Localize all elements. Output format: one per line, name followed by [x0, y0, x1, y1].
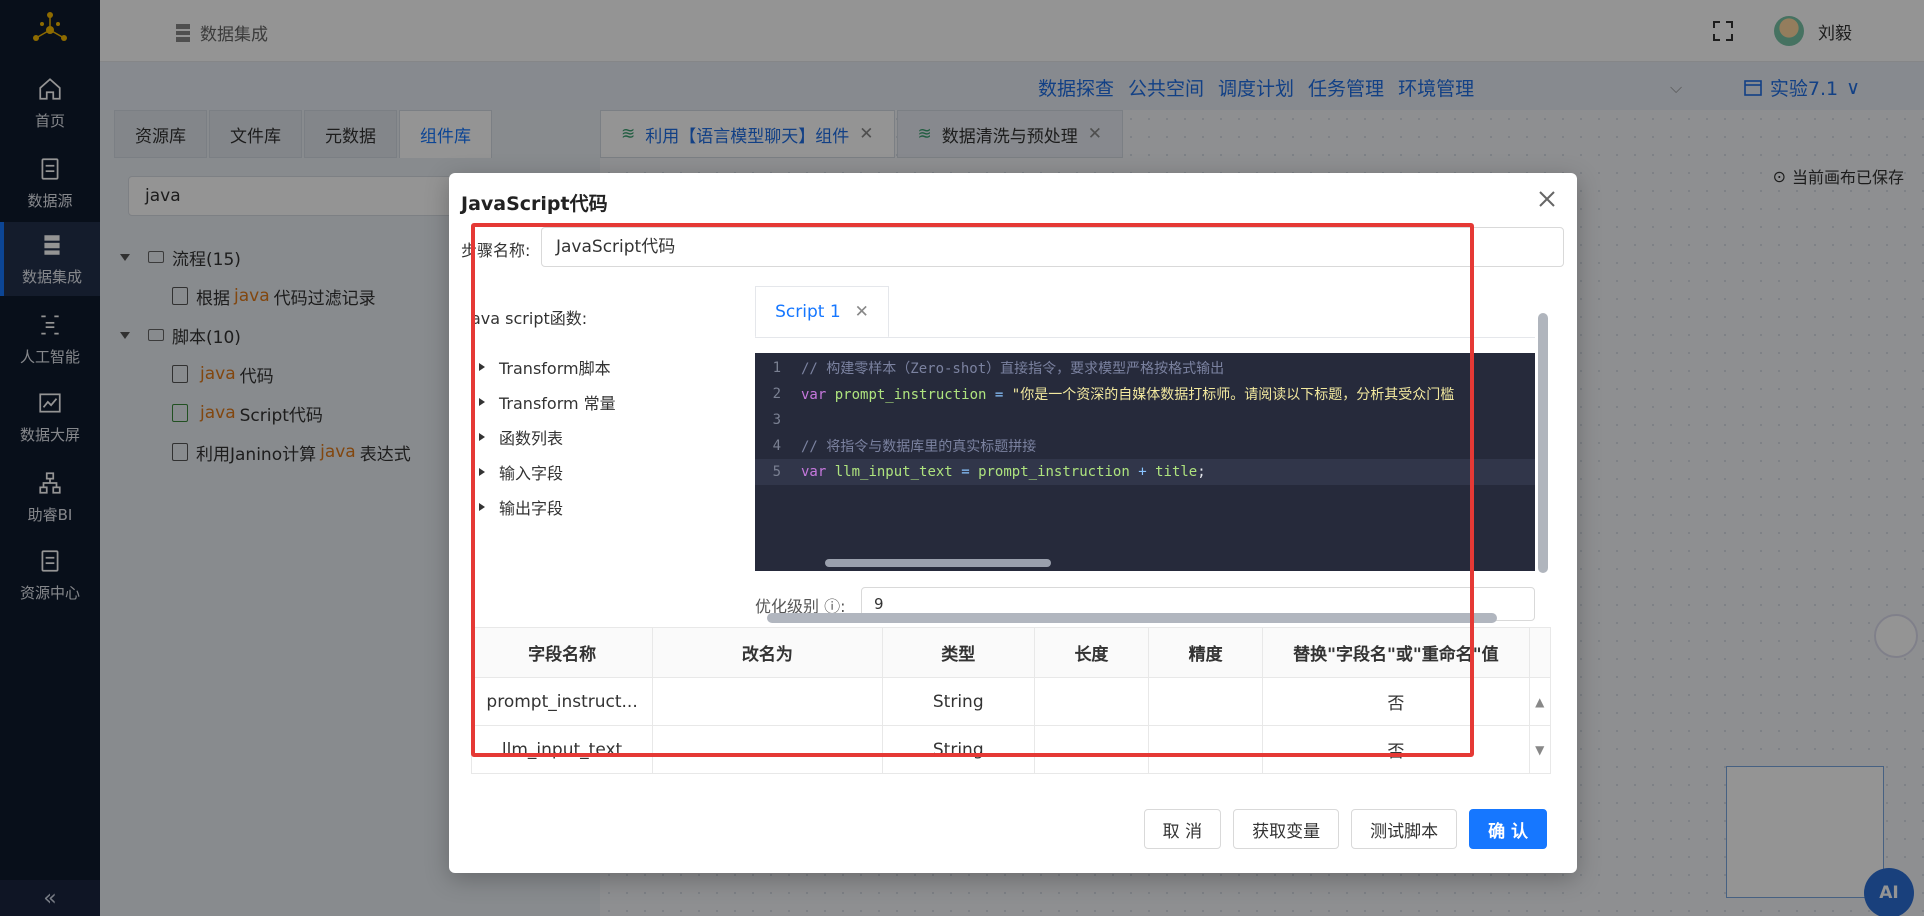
dialog-footer: 取 消 获取变量 测试脚本 确 认	[1143, 809, 1547, 849]
caret-right-icon	[479, 397, 485, 406]
column-header: 字段名称	[470, 627, 654, 678]
code-string: "你是一个资深的自媒体数据打标师。请阅读以下标题，分析其受众门槛	[1011, 387, 1455, 403]
code-operator: +	[1138, 464, 1147, 480]
code-keyword: var	[801, 387, 827, 403]
caret-right-icon	[479, 467, 485, 476]
cancel-button[interactable]: 取 消	[1143, 809, 1222, 849]
step-name-input[interactable]: JavaScript代码	[541, 227, 1564, 267]
js-functions-label: ava script函数:	[471, 309, 588, 328]
table-cell[interactable]: llm_input_text	[470, 725, 654, 774]
scrollbar-thumb[interactable]	[1538, 313, 1548, 573]
table-cell[interactable]: String	[881, 677, 1035, 726]
dialog-title: JavaScript代码	[461, 193, 608, 215]
code-operator: =	[994, 387, 1004, 403]
tab-underline	[755, 337, 1535, 338]
column-header: 改名为	[652, 627, 883, 678]
confirm-button[interactable]: 确 认	[1469, 809, 1547, 849]
table-header-row: 字段名称 改名为 类型 长度 精度 替换"字段名"或"重命名"值	[470, 627, 1552, 678]
code-variable: prompt_instruction	[978, 464, 1130, 480]
table-cell[interactable]: 否	[1262, 677, 1530, 726]
code-line: 4// 将指令与数据库里的真实标题拼接	[772, 438, 1037, 455]
get-variables-button[interactable]: 获取变量	[1233, 809, 1340, 849]
tab-label: Script 1	[775, 301, 841, 322]
code-line: 2 var prompt_instruction = "你是一个资深的自媒体数据打…	[772, 386, 1455, 403]
table-cell[interactable]	[1033, 725, 1150, 774]
code-variable: prompt_instruction	[834, 387, 987, 403]
caret-right-icon	[479, 362, 485, 371]
tab-script-1[interactable]: Script 1 ✕	[755, 286, 889, 338]
table-row[interactable]: prompt_instruct... String 否 ▲	[470, 677, 1552, 726]
code-line: 1// 构建零样本（Zero-shot）直接指令，要求模型严格按格式输出	[772, 360, 1225, 377]
fn-item-label: Transform 常量	[499, 393, 616, 413]
code-keyword: var	[801, 464, 827, 480]
table-cell[interactable]	[1033, 677, 1150, 726]
column-header: 类型	[881, 627, 1035, 678]
fn-item-label: 函数列表	[499, 428, 564, 448]
fn-item-input-fields[interactable]: 输入字段	[479, 454, 616, 489]
javascript-dialog: JavaScript代码 步骤名称: JavaScript代码 ava scri…	[449, 173, 1577, 873]
close-icon[interactable]: ✕	[855, 302, 869, 322]
fn-item-label: 输出字段	[499, 498, 564, 518]
column-header: 长度	[1033, 627, 1150, 678]
column-header	[1528, 627, 1552, 678]
fields-table: 字段名称 改名为 类型 长度 精度 替换"字段名"或"重命名"值 prompt_…	[470, 627, 1552, 774]
fn-item-functions[interactable]: 函数列表	[479, 419, 616, 454]
optimization-label: 优化级别 ⓘ:	[755, 597, 846, 615]
js-functions-tree: Transform脚本 Transform 常量 函数列表 输入字段 输出字段	[479, 349, 616, 524]
table-row[interactable]: llm_input_text String 否 ▼	[470, 725, 1552, 774]
code-line: 5 var llm_input_text = prompt_instruction…	[755, 459, 1535, 485]
editor-horizontal-scrollbar[interactable]	[805, 557, 1519, 567]
code-text: // 构建零样本（Zero-shot）直接指令，要求模型严格按格式输出	[801, 361, 1225, 377]
caret-right-icon	[479, 502, 485, 511]
fn-item-transform-const[interactable]: Transform 常量	[479, 384, 616, 419]
close-icon[interactable]	[1535, 187, 1559, 211]
table-cell[interactable]	[1148, 725, 1264, 774]
table-cell[interactable]	[652, 677, 883, 726]
table-cell[interactable]: String	[881, 725, 1035, 774]
column-header: 替换"字段名"或"重命名"值	[1262, 627, 1530, 678]
panel-horizontal-scrollbar[interactable]	[761, 613, 1521, 623]
table-cell[interactable]	[1148, 677, 1264, 726]
column-header: 精度	[1148, 627, 1264, 678]
fn-item-label: Transform脚本	[499, 358, 611, 378]
panel-vertical-scrollbar[interactable]	[1535, 233, 1551, 583]
code-variable: title	[1155, 464, 1198, 480]
code-editor[interactable]: 1// 构建零样本（Zero-shot）直接指令，要求模型严格按格式输出 2 va…	[755, 353, 1535, 571]
code-line: 3	[772, 412, 781, 428]
fn-item-output-fields[interactable]: 输出字段	[479, 489, 616, 524]
code-text: // 将指令与数据库里的真实标题拼接	[801, 439, 1037, 455]
test-script-button[interactable]: 测试脚本	[1351, 809, 1458, 849]
code-variable: llm_input_text	[834, 464, 953, 480]
code-operator: =	[961, 464, 970, 480]
scrollbar-thumb[interactable]	[825, 559, 1051, 567]
table-cell[interactable]	[652, 725, 883, 774]
table-cell[interactable]: 否	[1262, 725, 1530, 774]
caret-right-icon	[479, 432, 485, 441]
table-cell[interactable]: prompt_instruct...	[470, 677, 654, 726]
fn-item-transform-script[interactable]: Transform脚本	[479, 349, 616, 384]
code-punct: ;	[1197, 464, 1206, 480]
fn-item-label: 输入字段	[499, 463, 564, 483]
scrollbar-up-icon[interactable]: ▲	[1528, 677, 1552, 726]
scrollbar-down-icon[interactable]: ▼	[1528, 725, 1552, 774]
scrollbar-thumb[interactable]	[767, 613, 1497, 623]
step-name-label: 步骤名称:	[461, 241, 531, 260]
